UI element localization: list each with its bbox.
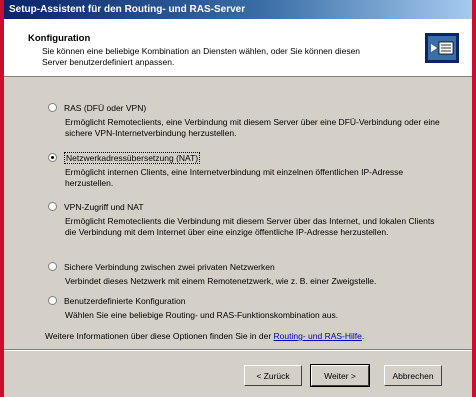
option-custom-description: Wählen Sie eine beliebige Routing- und R… — [65, 310, 339, 320]
option-ras-label: RAS (DFÜ oder VPN) — [64, 102, 147, 113]
help-info-text: Weitere Informationen über diese Optione… — [45, 331, 274, 341]
option-nat-label: Netzwerkadressübersetzung (NAT) — [64, 151, 201, 164]
radio-nat[interactable] — [48, 153, 57, 163]
back-button[interactable]: < Zurück — [244, 365, 302, 386]
option-secure-connection-description: Verbindet dieses Netzwerk mit einem Remo… — [65, 276, 377, 286]
button-divider — [4, 349, 472, 351]
radio-vpn-nat[interactable] — [48, 202, 57, 212]
radio-ras[interactable] — [48, 103, 57, 113]
help-link[interactable]: Routing- und RAS-Hilfe — [274, 331, 362, 341]
page-title: Konfiguration — [28, 33, 91, 44]
option-secure-connection[interactable]: Sichere Verbindung zwischen zwei private… — [48, 261, 275, 272]
help-info-suffix: . — [361, 331, 365, 341]
wizard-header: Konfiguration Sie können eine beliebige … — [4, 19, 472, 77]
radio-custom[interactable] — [48, 296, 57, 306]
option-custom-label: Benutzerdefinierte Konfiguration — [64, 295, 186, 306]
option-nat-description: Ermöglicht internen Clients, eine Intern… — [65, 167, 404, 188]
option-custom[interactable]: Benutzerdefinierte Konfiguration — [48, 295, 185, 306]
help-info: Weitere Informationen über diese Optione… — [45, 331, 364, 341]
radio-secure-connection[interactable] — [48, 262, 57, 272]
next-button[interactable]: Weiter > — [310, 364, 370, 387]
setup-wizard-window: Setup-Assistent für den Routing- und RAS… — [4, 0, 472, 397]
option-vpn-nat-label: VPN-Zugriff und NAT — [64, 201, 144, 212]
option-ras[interactable]: RAS (DFÜ oder VPN) — [48, 102, 146, 113]
page-subtitle: Sie können eine beliebige Kombination an… — [42, 46, 361, 67]
window-titlebar[interactable]: Setup-Assistent für den Routing- und RAS… — [4, 0, 472, 19]
wizard-body: RAS (DFÜ oder VPN) Ermöglicht Remoteclie… — [4, 77, 472, 349]
network-server-icon — [425, 33, 459, 63]
cancel-button[interactable]: Abbrechen — [384, 365, 442, 386]
window-title: Setup-Assistent für den Routing- und RAS… — [9, 4, 246, 15]
option-nat[interactable]: Netzwerkadressübersetzung (NAT) — [48, 151, 201, 164]
option-ras-description: Ermöglicht Remoteclients, eine Verbindun… — [65, 117, 440, 138]
option-vpn-nat-description: Ermöglicht Remoteclients die Verbindung … — [65, 216, 435, 237]
option-vpn-nat[interactable]: VPN-Zugriff und NAT — [48, 201, 144, 212]
option-secure-connection-label: Sichere Verbindung zwischen zwei private… — [64, 261, 275, 272]
